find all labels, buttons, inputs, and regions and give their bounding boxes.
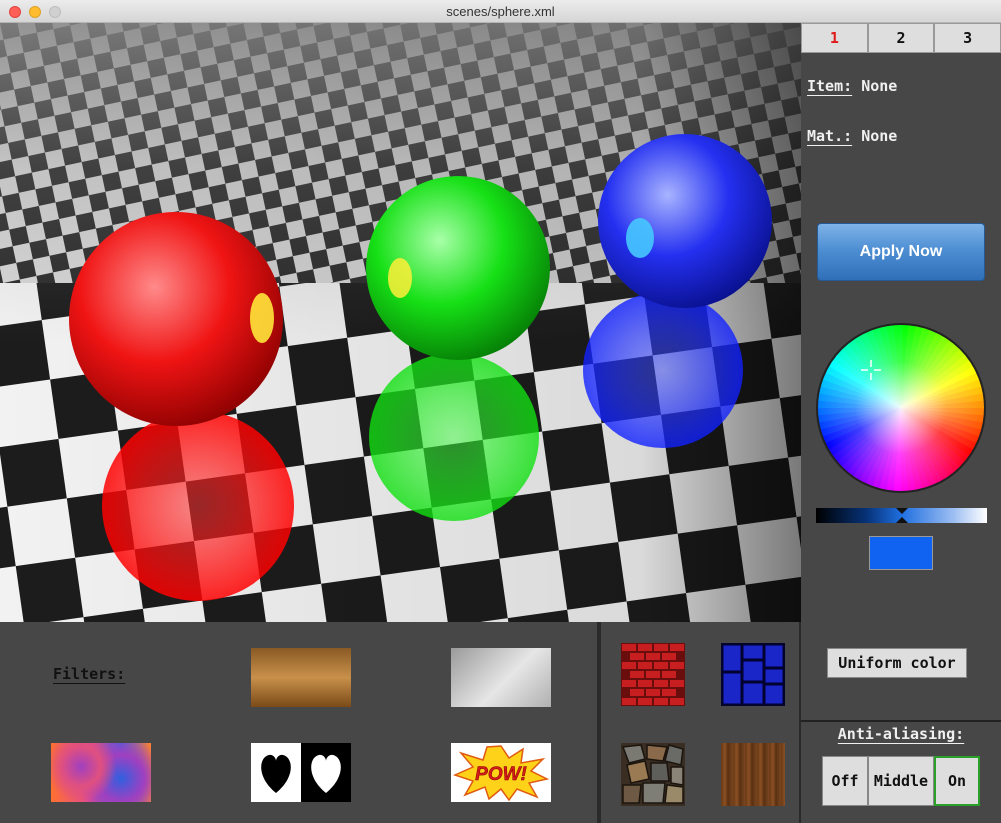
aa-off-button[interactable]: Off [822, 756, 868, 806]
color-wheel[interactable] [816, 323, 986, 493]
panel-divider-right [799, 622, 801, 823]
tab-3[interactable]: 3 [934, 23, 1001, 53]
anti-aliasing-label: Anti-aliasing: [837, 725, 965, 743]
hearts-inverse-filter[interactable] [251, 743, 351, 802]
slider-handle-icon [896, 508, 908, 523]
psychedelic-filter[interactable] [51, 743, 151, 802]
render-viewport[interactable] [0, 23, 801, 622]
blue-tile-texture[interactable] [721, 643, 785, 706]
tab-2[interactable]: 2 [867, 23, 935, 53]
panel-divider [801, 720, 1001, 722]
wood-gradient-filter[interactable] [251, 648, 351, 707]
wood-texture[interactable] [721, 743, 785, 806]
filters-textures-divider [597, 622, 601, 823]
tab-bar: 1 2 3 [801, 23, 1001, 53]
svg-text:POW!: POW! [475, 764, 527, 785]
window-title: scenes/sphere.xml [446, 4, 555, 19]
silver-gradient-filter[interactable] [451, 648, 551, 707]
item-info: Item: None [807, 77, 897, 95]
anti-aliasing-selector: Off Middle On [822, 756, 980, 806]
aa-middle-button[interactable]: Middle [868, 756, 934, 806]
rendered-scene [0, 23, 801, 622]
material-value: None [861, 127, 898, 145]
pow-comic-filter[interactable]: POW! [451, 743, 551, 802]
item-value: None [861, 77, 898, 95]
hearts-icon [261, 743, 351, 802]
tab-1[interactable]: 1 [801, 23, 868, 53]
color-swatch [869, 536, 933, 570]
item-label: Item: [807, 77, 853, 95]
red-brick-texture[interactable] [621, 643, 685, 706]
filters-label: Filters: [53, 665, 126, 683]
pow-icon: POW! [452, 745, 550, 802]
uniform-color-button[interactable]: Uniform color [827, 648, 967, 678]
title-bar: scenes/sphere.xml [0, 0, 1001, 23]
properties-panel: 1 2 3 Item: None Mat.: None Apply Now Un… [801, 23, 1001, 823]
aa-on-button[interactable]: On [934, 756, 980, 806]
brightness-slider[interactable] [816, 508, 987, 523]
stone-icon [621, 744, 684, 804]
material-info: Mat.: None [807, 127, 897, 145]
stone-texture[interactable] [621, 743, 685, 806]
material-label: Mat.: [807, 127, 853, 145]
tile-icon [722, 644, 784, 705]
brick-icon [622, 644, 684, 705]
apply-now-button[interactable]: Apply Now [817, 223, 985, 281]
